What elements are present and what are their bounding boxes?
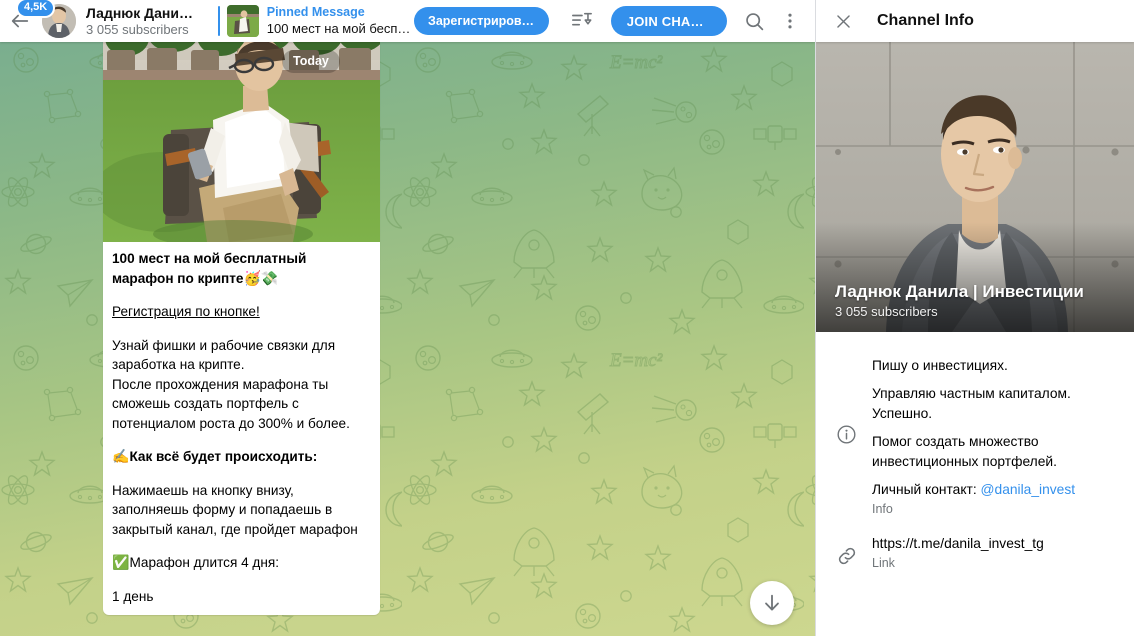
panel-title: Channel Info <box>877 12 974 29</box>
contact-prefix: Личный контакт: <box>872 482 981 497</box>
close-icon <box>836 14 850 28</box>
bio-line-3: Успешно. <box>872 406 933 421</box>
link-icon <box>838 547 856 565</box>
close-panel-button[interactable] <box>826 4 860 38</box>
pinned-message-preview: 100 мест на мой бесплатны… <box>266 21 414 36</box>
link-row[interactable]: https://t.me/danila_invest_tg Link <box>816 522 1134 576</box>
search-button[interactable] <box>737 4 771 38</box>
contact-handle-link[interactable]: @danila_invest <box>981 482 1076 497</box>
register-button[interactable]: Зарегистрировать… <box>414 7 549 35</box>
party-money-emoji: 🥳💸 <box>243 269 279 286</box>
chat-header: 4,5K Ладнюк Дани… 3 055 subscribers Pinn… <box>0 0 815 42</box>
link-icon-wrap <box>836 534 872 567</box>
bio-spacer-1 <box>872 376 1114 384</box>
bio-caption: Info <box>872 502 893 516</box>
message-checklist: ✅Марафон длится 4 дня: <box>112 554 280 570</box>
channel-cover-photo[interactable]: Ладнюк Данила | Инвестиции 3 055 subscri… <box>816 42 1134 332</box>
date-separator: Today <box>282 50 340 73</box>
unread-count-badge: 4,5K <box>18 0 54 16</box>
link-caption: Link <box>872 556 895 570</box>
pinned-message-bar[interactable]: Pinned Message 100 мест на мой бесплатны… <box>218 3 414 39</box>
channel-info-list: Пишу о инвестициях. Управляю частным кап… <box>816 332 1134 576</box>
pinned-message-thumbnail <box>226 5 259 37</box>
channel-subscriber-count: 3 055 subscribers <box>86 21 189 37</box>
message-paragraph-2: Нажимаешь на кнопку внизу, заполняешь фо… <box>112 482 358 537</box>
scroll-to-bottom-button[interactable] <box>750 581 794 625</box>
message-paragraph-1: Узнай фишки и рабочие связки для заработ… <box>112 337 350 431</box>
search-icon <box>745 12 763 30</box>
pinned-message-text: Pinned Message 100 мест на мой бесплатны… <box>267 5 414 37</box>
channel-full-name: Ладнюк Данила | Инвестиции <box>835 282 1084 301</box>
bio-spacer-3 <box>872 472 1114 480</box>
cover-text-block: Ладнюк Данила | Инвестиции 3 055 subscri… <box>835 281 1084 321</box>
channel-subscribers: 3 055 subscribers <box>835 304 938 319</box>
channel-message[interactable]: 100 мест на мой бесплатный марафон по кр… <box>103 2 380 615</box>
more-options-button[interactable] <box>773 4 807 38</box>
channel-link-value[interactable]: https://t.me/danila_invest_tg <box>872 534 1114 554</box>
bio-row[interactable]: Пишу о инвестициях. Управляю частным кап… <box>816 342 1134 522</box>
telegram-window: E=mc² <box>0 0 1134 636</box>
pinned-messages-icon <box>571 12 592 26</box>
bio-line-2: Управляю частным капиталом. <box>872 386 1071 401</box>
message-title: 100 мест на мой бесплатный марафон по кр… <box>112 251 307 286</box>
contact-line: Личный контакт: @danila_invest <box>872 480 1114 500</box>
chat-column: E=mc² <box>0 0 815 636</box>
message-paragraph-3: 1 день <box>112 588 154 604</box>
pinned-messages-button[interactable] <box>565 4 599 38</box>
join-channel-button[interactable]: JOIN CHANNEL <box>610 6 727 36</box>
pinned-thumb-image <box>226 5 259 37</box>
bio-text: Пишу о инвестициях. Управляю частным кап… <box>872 356 1114 518</box>
link-text-block: https://t.me/danila_invest_tg Link <box>872 534 1114 572</box>
back-button[interactable]: 4,5K <box>0 0 54 42</box>
pinned-indicator-bar <box>218 6 220 36</box>
bio-line-4: Помог создать множество <box>872 434 1039 449</box>
check-mark-emoji: ✅ <box>112 554 130 570</box>
message-cta-link[interactable]: Регистрация по кнопке! <box>112 302 371 322</box>
info-circle-icon <box>837 425 856 444</box>
channel-info-panel: Channel Info Ладнюк Данила | Инвестиции … <box>815 0 1134 636</box>
info-circle-icon-wrap <box>836 356 872 445</box>
bio-line-5: инвестиционных портфелей. <box>872 454 1057 469</box>
message-text: 100 мест на мой бесплатный марафон по кр… <box>103 242 380 615</box>
channel-info-header: Channel Info <box>816 0 1134 42</box>
channel-title-block[interactable]: Ладнюк Дани… 3 055 subscribers <box>86 5 204 38</box>
message-heading: ✍️Как всё будет происходить: <box>112 448 318 464</box>
channel-name: Ладнюк Дани… <box>86 4 193 21</box>
bio-line-1: Пишу о инвестициях. <box>872 358 1008 373</box>
arrow-down-icon <box>765 594 779 611</box>
bio-spacer-2 <box>872 424 1114 432</box>
writing-hand-emoji: ✍️ <box>112 448 130 464</box>
pinned-message-label: Pinned Message <box>266 5 365 19</box>
more-vertical-icon <box>788 13 792 29</box>
